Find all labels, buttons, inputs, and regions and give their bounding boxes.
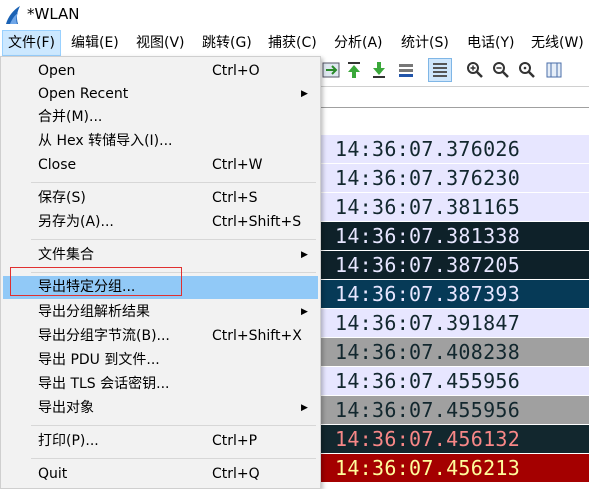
packet-row[interactable]: 14:36:07.456213: [320, 454, 589, 482]
packet-list: 14:36:07.376026 14:36:07.376230 14:36:07…: [320, 108, 589, 489]
menu-item-label: Open Recent: [38, 86, 129, 102]
menu-item-export-objects[interactable]: 导出对象 ▶: [3, 397, 318, 420]
packet-time: 14:36:07.455956: [335, 398, 521, 422]
menu-item-label: 导出对象: [38, 400, 94, 416]
menu-item-export-tls-keys[interactable]: 导出 TLS 会话密钥...: [3, 373, 318, 396]
packet-row[interactable]: 14:36:07.455956: [320, 367, 589, 395]
packet-row[interactable]: 14:36:07.387205: [320, 251, 589, 279]
menu-item-label: 导出 TLS 会话密钥...: [38, 376, 170, 392]
packet-time: 14:36:07.381165: [335, 195, 521, 219]
menu-item-shortcut: Ctrl+O: [212, 63, 260, 79]
packet-time: 14:36:07.456132: [335, 427, 521, 451]
menu-statistics[interactable]: 统计(S): [396, 30, 454, 56]
main-toolbar: [320, 57, 589, 84]
menu-item-file-set[interactable]: 文件集合 ▶: [3, 244, 318, 267]
packet-row[interactable]: 14:36:07.376026: [320, 135, 589, 163]
menu-wireless[interactable]: 无线(W): [526, 30, 589, 56]
menu-item-shortcut: Ctrl+S: [212, 190, 258, 206]
submenu-arrow-icon: ▶: [301, 89, 308, 99]
menu-item-export-pdus[interactable]: 导出 PDU 到文件...: [3, 349, 318, 372]
menu-view[interactable]: 视图(V): [131, 30, 190, 56]
packet-row[interactable]: 14:36:07.381338: [320, 222, 589, 250]
menu-edit[interactable]: 编辑(E): [66, 30, 124, 56]
packet-time: 14:36:07.387205: [335, 253, 521, 277]
menu-file[interactable]: 文件(F): [2, 30, 61, 56]
menu-separator: [31, 425, 316, 426]
packet-row[interactable]: 14:36:07.408238: [320, 338, 589, 366]
go-last-packet-icon[interactable]: [370, 61, 388, 79]
menu-item-label: 导出分组解析结果: [38, 304, 150, 320]
submenu-arrow-icon: ▶: [301, 403, 308, 413]
packet-row[interactable]: 14:36:07.456132: [320, 425, 589, 453]
menu-item-shortcut: Ctrl+Q: [212, 466, 260, 482]
menu-item-export-packet-bytes[interactable]: 导出分组字节流(B)... Ctrl+Shift+X: [3, 325, 318, 348]
menu-item-label: 文件集合: [38, 247, 94, 263]
menu-go[interactable]: 跳转(G): [197, 30, 257, 56]
go-to-packet-icon[interactable]: [322, 61, 340, 79]
menu-analyze[interactable]: 分析(A): [329, 30, 388, 56]
menu-item-open[interactable]: Open Ctrl+O: [3, 60, 318, 83]
zoom-out-icon[interactable]: [492, 61, 510, 79]
menu-capture[interactable]: 捕获(C): [263, 30, 322, 56]
packet-time: 14:36:07.376026: [335, 137, 521, 161]
menu-item-shortcut: Ctrl+Shift+S: [212, 214, 302, 230]
menu-item-save[interactable]: 保存(S) Ctrl+S: [3, 187, 318, 210]
menu-item-label: 另存为(A)...: [38, 214, 114, 230]
menu-telephony[interactable]: 电话(Y): [462, 30, 519, 56]
window-title: *WLAN: [27, 5, 80, 23]
menu-item-close[interactable]: Close Ctrl+W: [3, 154, 318, 177]
menu-item-label: 从 Hex 转储导入(I)...: [38, 133, 173, 149]
menu-bar: 文件(F) 编辑(E) 视图(V) 跳转(G) 捕获(C) 分析(A) 统计(S…: [0, 30, 589, 57]
packet-row[interactable]: 14:36:07.387393: [320, 280, 589, 308]
packet-time: 14:36:07.376230: [335, 166, 521, 190]
menu-item-save-as[interactable]: 另存为(A)... Ctrl+Shift+S: [3, 211, 318, 234]
menu-item-print[interactable]: 打印(P)... Ctrl+P: [3, 430, 318, 453]
normal-size-icon[interactable]: [518, 61, 536, 79]
menu-item-label: 导出 PDU 到文件...: [38, 352, 160, 368]
menu-item-label: Quit: [38, 466, 68, 482]
packet-time: 14:36:07.455956: [335, 369, 521, 393]
menu-item-shortcut: Ctrl+Shift+X: [212, 328, 302, 344]
packet-time: 14:36:07.408238: [335, 340, 521, 364]
menu-item-shortcut: Ctrl+P: [212, 433, 258, 449]
annotation-highlight-box: [10, 267, 182, 296]
menu-item-label: 合并(M)...: [38, 109, 103, 125]
menu-item-label: 保存(S): [38, 190, 86, 206]
colorize-icon[interactable]: [428, 58, 452, 82]
packet-time: 14:36:07.456213: [335, 456, 521, 480]
menu-separator: [31, 239, 316, 240]
go-first-packet-icon[interactable]: [345, 61, 363, 79]
menu-item-shortcut: Ctrl+W: [212, 157, 263, 173]
packet-row[interactable]: 14:36:07.376230: [320, 164, 589, 192]
auto-scroll-icon[interactable]: [397, 61, 415, 79]
zoom-in-icon[interactable]: [466, 61, 484, 79]
packet-row[interactable]: 14:36:07.455956: [320, 396, 589, 424]
menu-separator: [31, 458, 316, 459]
menu-item-quit[interactable]: Quit Ctrl+Q: [3, 463, 318, 486]
menu-item-label: Open: [38, 63, 76, 79]
menu-item-label: 导出分组字节流(B)...: [38, 328, 170, 344]
packet-time: 14:36:07.381338: [335, 224, 521, 248]
menu-item-open-recent[interactable]: Open Recent ▶: [3, 83, 318, 106]
menu-item-export-packet-dissections[interactable]: 导出分组解析结果 ▶: [3, 301, 318, 324]
menu-separator: [31, 182, 316, 183]
packet-row[interactable]: 14:36:07.391847: [320, 309, 589, 337]
menu-item-label: Close: [38, 157, 77, 173]
menu-item-merge[interactable]: 合并(M)...: [3, 106, 318, 129]
menu-item-label: 打印(P)...: [38, 433, 99, 449]
packet-time: 14:36:07.387393: [335, 282, 521, 306]
packet-time: 14:36:07.391847: [335, 311, 521, 335]
wireshark-logo-icon: [6, 6, 20, 24]
packet-row[interactable]: 14:36:07.381165: [320, 193, 589, 221]
menu-item-import-hex[interactable]: 从 Hex 转储导入(I)...: [3, 130, 318, 153]
resize-columns-icon[interactable]: [545, 61, 563, 79]
submenu-arrow-icon: ▶: [301, 250, 308, 260]
submenu-arrow-icon: ▶: [301, 307, 308, 317]
title-bar: *WLAN: [0, 0, 589, 30]
display-filter-bar[interactable]: [320, 86, 589, 108]
